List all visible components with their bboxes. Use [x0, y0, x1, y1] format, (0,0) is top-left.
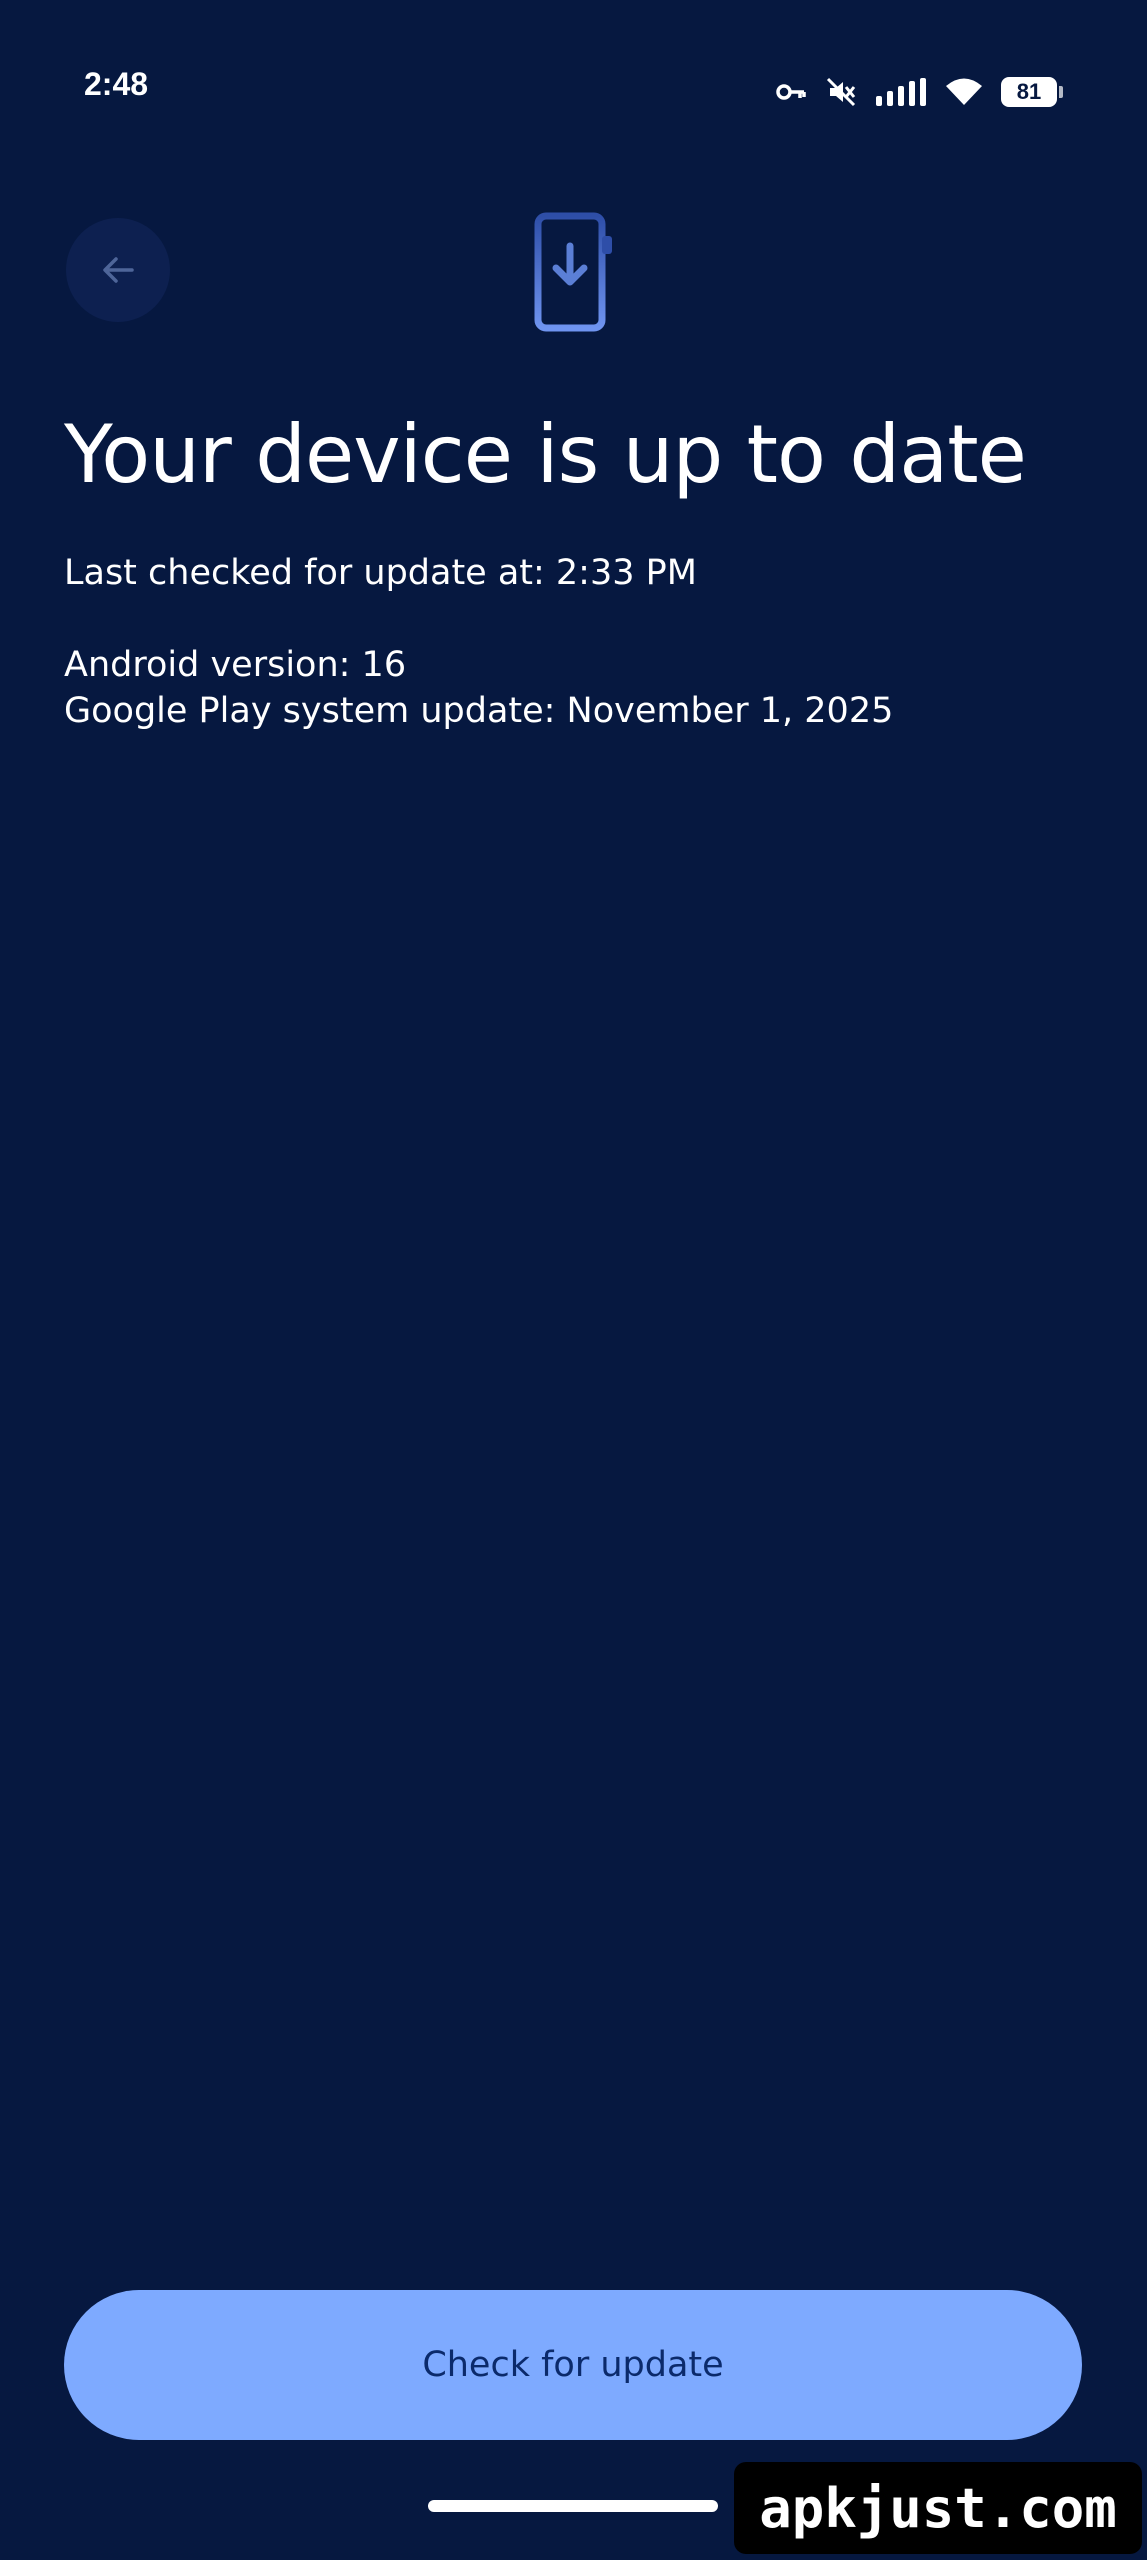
system-update-icon [530, 208, 620, 338]
battery-icon: 81 [1001, 76, 1063, 108]
signal-icon [875, 78, 927, 106]
status-bar: 2:48 81 [0, 0, 1147, 150]
wifi-icon [945, 77, 983, 107]
arrow-back-icon [103, 257, 134, 283]
battery-tip [1059, 86, 1063, 98]
check-for-update-button[interactable]: Check for update [64, 2290, 1082, 2440]
google-play-update-text: Google Play system update: November 1, 2… [64, 691, 894, 731]
watermark: apkjust.com [734, 2462, 1142, 2554]
system-update-screen: 2:48 81 Your device is up to date Last c… [0, 0, 1147, 2560]
page-title: Your device is up to date [64, 408, 1027, 501]
status-time: 2:48 [84, 66, 149, 102]
android-version-text: Android version: 16 [64, 645, 407, 685]
status-icons: 81 [775, 70, 1063, 114]
battery-level: 81 [1001, 77, 1057, 107]
vpn-key-icon [775, 80, 807, 104]
home-indicator[interactable] [428, 2500, 718, 2512]
mute-icon [825, 76, 857, 108]
last-checked-text: Last checked for update at: 2:33 PM [64, 553, 697, 593]
back-button[interactable] [66, 218, 170, 322]
